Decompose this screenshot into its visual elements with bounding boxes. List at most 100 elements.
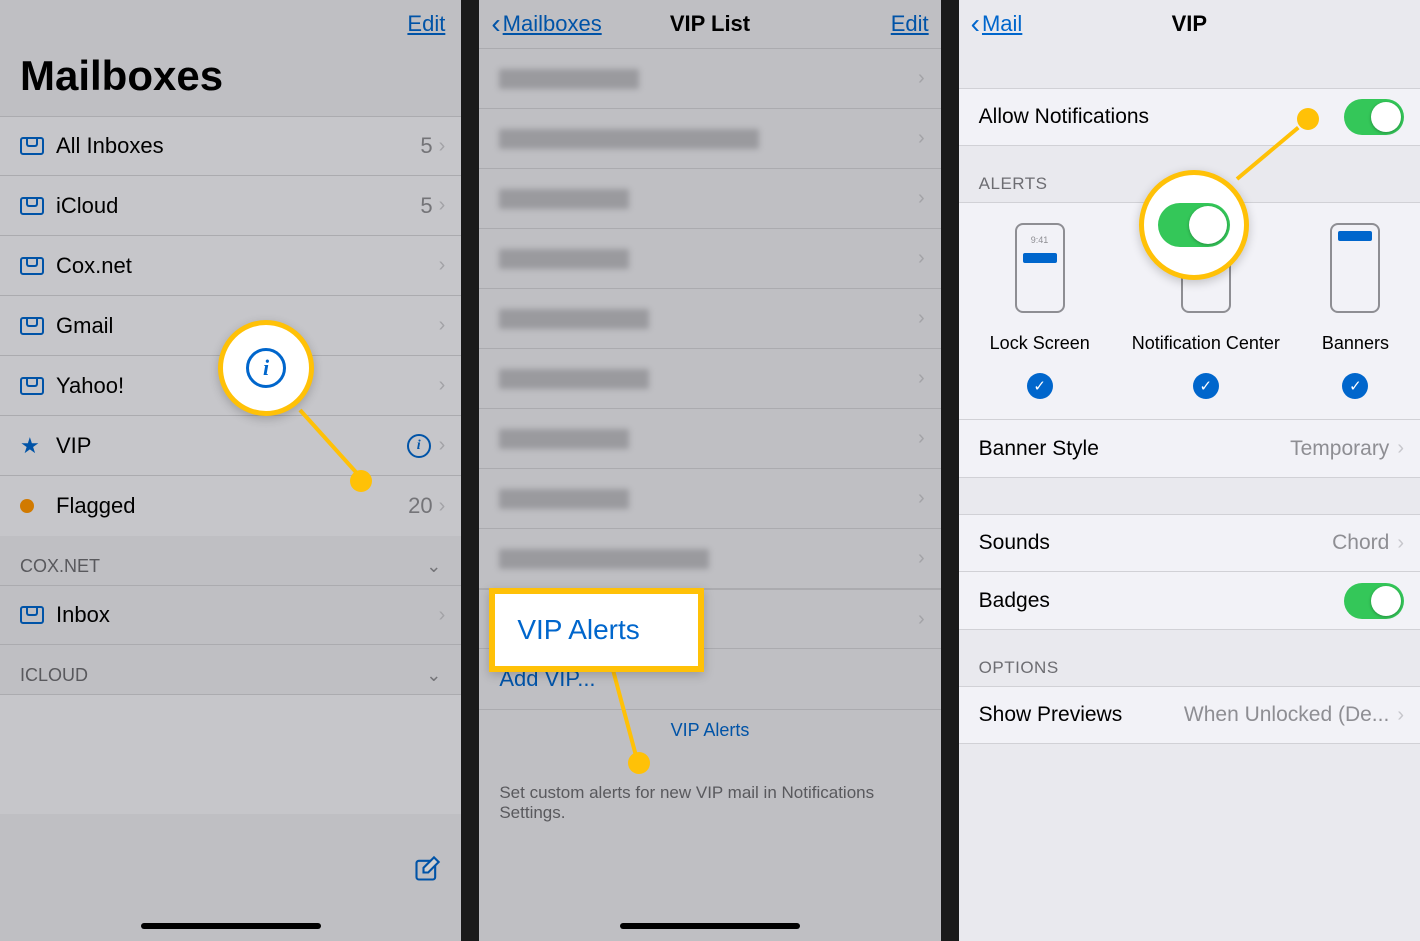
mailbox-row-all[interactable]: All Inboxes 5 › [0,116,461,176]
banner-style-row[interactable]: Banner Style Temporary › [959,420,1420,478]
chevron-right-icon: › [439,314,446,337]
vip-contact-row[interactable]: › [479,229,940,289]
alert-label: Notification Center [1132,323,1280,363]
nav-title: VIP [1172,11,1207,37]
row-label: Sounds [979,531,1332,555]
chevron-right-icon: › [439,374,446,397]
mailboxes-screen: Edit Mailboxes All Inboxes 5 › iCloud 5 … [0,0,461,941]
tray-icon [20,197,44,215]
vip-contact-row[interactable]: › [479,529,940,589]
section-cox[interactable]: COX.NET ⌄ [0,536,461,585]
vip-settings-screen: ‹ Mail VIP Allow Notifications ALERTS 9:… [959,0,1420,941]
row-value: Temporary [1290,437,1389,461]
row-label: Flagged [56,493,408,519]
chevron-right-icon: › [439,135,446,158]
row-label: Cox.net [56,253,439,279]
chevron-down-icon: ⌄ [426,665,441,686]
mailbox-list: All Inboxes 5 › iCloud 5 › Cox.net › Gma… [0,116,461,536]
chevron-right-icon: › [439,194,446,217]
alert-label: Banners [1322,323,1389,363]
mailbox-row-flagged[interactable]: Flagged 20 › [0,476,461,536]
alert-lock-screen[interactable]: 9:41 Lock Screen ✓ [990,223,1090,399]
section-label: COX.NET [20,556,100,577]
row-label: Inbox [56,602,439,628]
chevron-right-icon: › [439,604,446,627]
vip-list-screen: ‹ Mailboxes VIP List Edit › › › › › › › … [479,0,940,941]
section-label: ICLOUD [20,665,88,686]
check-icon: ✓ [1027,373,1053,399]
tray-icon [20,377,44,395]
back-label: Mail [982,11,1022,37]
back-button[interactable]: ‹ Mailboxes [491,8,601,40]
row-value: Chord [1332,531,1389,555]
compose-icon[interactable] [413,855,441,891]
alert-banners[interactable]: Banners ✓ [1322,223,1389,399]
mailbox-row-cox[interactable]: Cox.net › [0,236,461,296]
lock-screen-icon: 9:41 [1015,223,1065,313]
row-count: 5 [420,133,432,159]
vip-contact-row[interactable]: › [479,349,940,409]
badges-row: Badges [959,572,1420,630]
allow-notifications-toggle[interactable] [1344,99,1404,135]
options-header: OPTIONS [959,630,1420,686]
vip-alerts-footer-link[interactable]: VIP Alerts [671,720,750,740]
check-icon: ✓ [1193,373,1219,399]
vip-contact-row[interactable]: › [479,169,940,229]
check-icon: ✓ [1342,373,1368,399]
back-label: Mailboxes [503,11,602,37]
tray-icon [20,137,44,155]
row-value: When Unlocked (De... [1184,703,1389,727]
chevron-right-icon: › [1397,704,1404,727]
info-icon[interactable]: i [407,434,431,458]
chevron-left-icon: ‹ [971,8,980,40]
allow-notifications-row: Allow Notifications [959,88,1420,146]
home-indicator[interactable] [620,923,800,929]
chevron-right-icon: › [439,434,446,457]
vip-contact-row[interactable]: › [479,289,940,349]
row-label: All Inboxes [56,133,420,159]
section-icloud[interactable]: ICLOUD ⌄ [0,645,461,694]
row-count: 5 [420,193,432,219]
inbox-row[interactable]: Inbox › [0,585,461,645]
nav-bar: ‹ Mailboxes VIP List Edit [479,0,940,48]
callout-vip-alerts: VIP Alerts [489,588,704,672]
vip-contact-row[interactable]: › [479,409,940,469]
tray-icon [20,317,44,335]
show-previews-row[interactable]: Show Previews When Unlocked (De... › [959,686,1420,744]
page-title: Mailboxes [0,48,461,116]
chevron-right-icon: › [439,254,446,277]
callout-dot [350,470,372,492]
edit-button[interactable]: Edit [891,11,929,37]
callout-toggle [1139,170,1249,280]
vip-contact-row[interactable]: › [479,49,940,109]
tray-icon [20,606,44,624]
badges-toggle[interactable] [1344,583,1404,619]
chevron-right-icon: › [1397,532,1404,555]
row-label: Show Previews [979,703,1184,727]
chevron-right-icon: › [1397,437,1404,460]
vip-contact-row[interactable]: › [479,109,940,169]
chevron-down-icon: ⌄ [426,556,441,577]
mailbox-row-vip[interactable]: ★ VIP i › [0,416,461,476]
edit-button[interactable]: Edit [407,11,445,37]
row-label: Badges [979,589,1344,613]
tray-icon [20,257,44,275]
row-label: Allow Notifications [979,105,1344,129]
footer-caption: Set custom alerts for new VIP mail in No… [479,771,940,835]
row-label: iCloud [56,193,420,219]
banners-icon [1330,223,1380,313]
vip-contact-row[interactable]: › [479,469,940,529]
callout-info: i [218,320,314,416]
alert-label: Lock Screen [990,323,1090,363]
mailbox-row-icloud[interactable]: iCloud 5 › [0,176,461,236]
star-icon: ★ [20,433,40,459]
nav-bar: ‹ Mail VIP [959,0,1420,48]
flag-icon [20,499,34,513]
row-label: VIP [56,433,407,459]
home-indicator[interactable] [141,923,321,929]
chevron-right-icon: › [439,495,446,518]
back-button[interactable]: ‹ Mail [971,8,1023,40]
row-count: 20 [408,493,432,519]
chevron-left-icon: ‹ [491,8,500,40]
sounds-row[interactable]: Sounds Chord › [959,514,1420,572]
